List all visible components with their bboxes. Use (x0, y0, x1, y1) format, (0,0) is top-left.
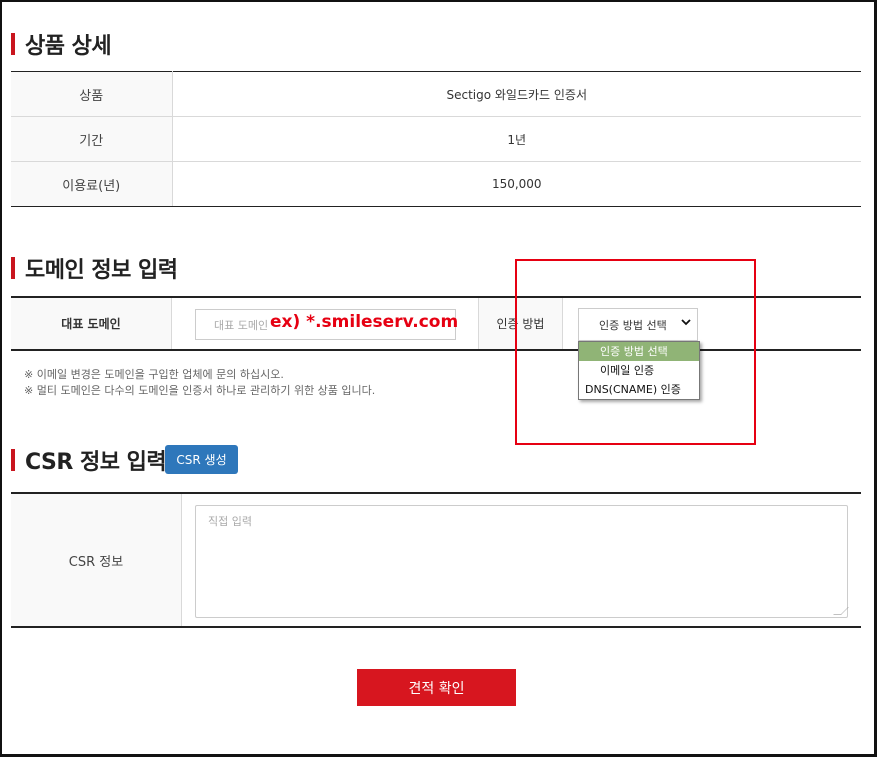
note-email-change: ※ 이메일 변경은 도메인을 구입한 업체에 문의 하십시오. (24, 368, 284, 381)
table-row: 이용료(년) 150,000 (11, 161, 861, 207)
product-detail-title: 상품 상세 (25, 34, 112, 59)
fee-value: 150,000 (172, 161, 861, 207)
auth-method-selected-value: 인증 방법 선택 (599, 318, 667, 332)
csr-info-title: CSR 정보 입력 (25, 450, 167, 475)
heading-accent-bar (11, 33, 15, 55)
csr-generate-button[interactable]: CSR 생성 (165, 445, 238, 474)
table-row: 기간 1년 (11, 116, 861, 162)
product-detail-heading: 상품 상세 (11, 28, 112, 60)
auth-method-select[interactable]: 인증 방법 선택 (578, 308, 698, 341)
auth-option-dns[interactable]: DNS(CNAME) 인증 (579, 380, 699, 399)
product-value: Sectigo 와일드카드 인증서 (172, 71, 861, 117)
domain-info-heading: 도메인 정보 입력 (11, 252, 178, 284)
auth-method-label: 인증 방법 (478, 298, 563, 349)
domain-info-title: 도메인 정보 입력 (25, 258, 178, 283)
fee-label: 이용료(년) (11, 161, 173, 207)
csr-input-row: CSR 정보 직접 입력 (11, 492, 861, 628)
csr-placeholder: 직접 입력 (208, 515, 252, 528)
main-domain-label: 대표 도메인 (11, 298, 172, 349)
auth-method-dropdown: 인증 방법 선택 이메일 인증 DNS(CNAME) 인증 (578, 341, 700, 400)
quote-confirm-button[interactable]: 견적 확인 (357, 669, 516, 706)
product-label: 상품 (11, 71, 173, 117)
domain-notes: ※ 이메일 변경은 도메인을 구입한 업체에 문의 하십시오. ※ 멀티 도메인… (24, 367, 375, 399)
table-row: 상품 Sectigo 와일드카드 인증서 (11, 71, 861, 117)
heading-accent-bar (11, 257, 15, 279)
period-label: 기간 (11, 116, 173, 162)
resize-handle-icon[interactable] (833, 607, 849, 615)
csr-info-label: CSR 정보 (11, 494, 182, 626)
domain-example-annotation: ex) *.smileserv.com (270, 312, 459, 332)
auth-option-email[interactable]: 이메일 인증 (579, 361, 699, 380)
heading-accent-bar (11, 449, 15, 471)
chevron-down-icon (681, 317, 691, 330)
csr-info-heading: CSR 정보 입력 (11, 444, 167, 476)
auth-option-select[interactable]: 인증 방법 선택 (579, 342, 699, 361)
period-value: 1년 (172, 116, 861, 162)
note-multi-domain: ※ 멀티 도메인은 다수의 도메인을 인증서 하나로 관리하기 위한 상품 입니… (24, 384, 376, 397)
main-domain-placeholder: 대표 도메인 (214, 318, 269, 332)
csr-textarea[interactable]: 직접 입력 (195, 505, 849, 618)
product-detail-table: 상품 Sectigo 와일드카드 인증서 기간 1년 이용료(년) 150,00… (11, 71, 861, 207)
